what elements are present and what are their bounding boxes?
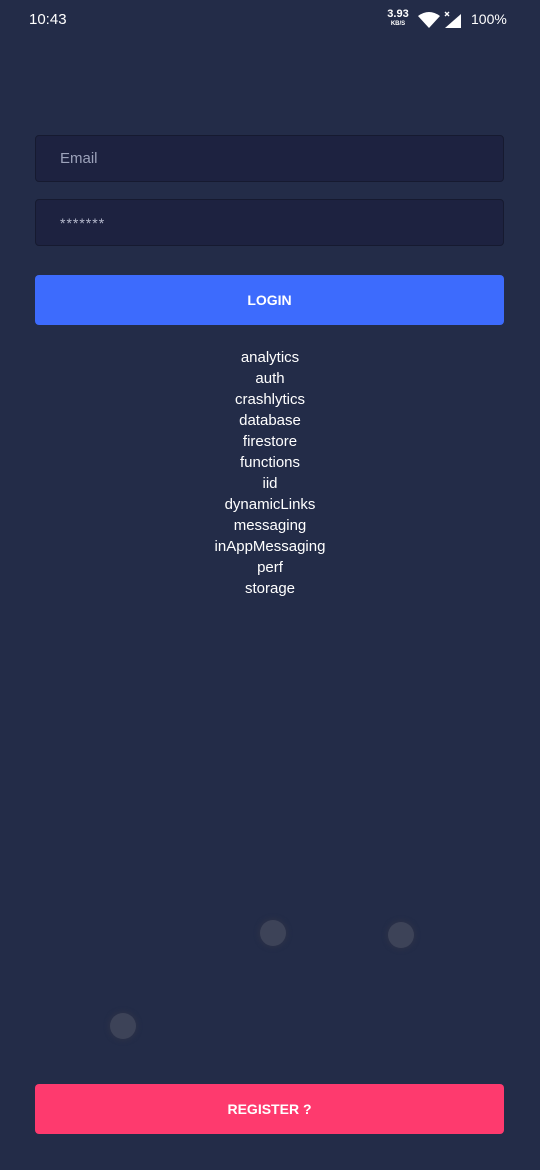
module-item-iid: iid: [262, 475, 278, 492]
module-item-storage: storage: [244, 580, 296, 597]
touch-indicator-dot: [388, 922, 414, 948]
network-speed-value: 3.93: [387, 8, 409, 20]
touch-indicator-dot: [110, 1013, 136, 1039]
battery-level: 100%: [471, 11, 507, 27]
module-item-perf: perf: [257, 559, 283, 576]
module-item-auth: auth: [255, 370, 285, 387]
module-item-messaging: messaging: [233, 517, 307, 534]
module-item-firestore: firestore: [242, 433, 298, 450]
status-time: 10:43: [29, 11, 67, 28]
password-field[interactable]: [35, 199, 504, 246]
firebase-module-list: analytics auth crashlytics database fire…: [0, 347, 540, 599]
module-item-analytics: analytics: [240, 349, 300, 366]
login-button[interactable]: LOGIN: [35, 275, 504, 325]
network-speed-unit: KB/S: [390, 21, 406, 27]
module-item-crashlytics: crashlytics: [234, 391, 305, 408]
status-bar: 10:43 3.93 KB/S 100%: [0, 0, 540, 40]
cellular-signal-icon: [444, 11, 461, 28]
wifi-icon: [418, 12, 440, 28]
email-field[interactable]: [35, 135, 504, 182]
register-button[interactable]: REGISTER ?: [35, 1084, 504, 1134]
module-item-dynamic-links: dynamicLinks: [224, 496, 316, 513]
network-speed-indicator: 3.93 KB/S: [384, 8, 412, 28]
module-item-in-app-messaging: inAppMessaging: [214, 538, 326, 555]
module-item-functions: functions: [239, 454, 301, 471]
touch-indicator-dot: [260, 920, 286, 946]
module-item-database: database: [239, 412, 301, 429]
